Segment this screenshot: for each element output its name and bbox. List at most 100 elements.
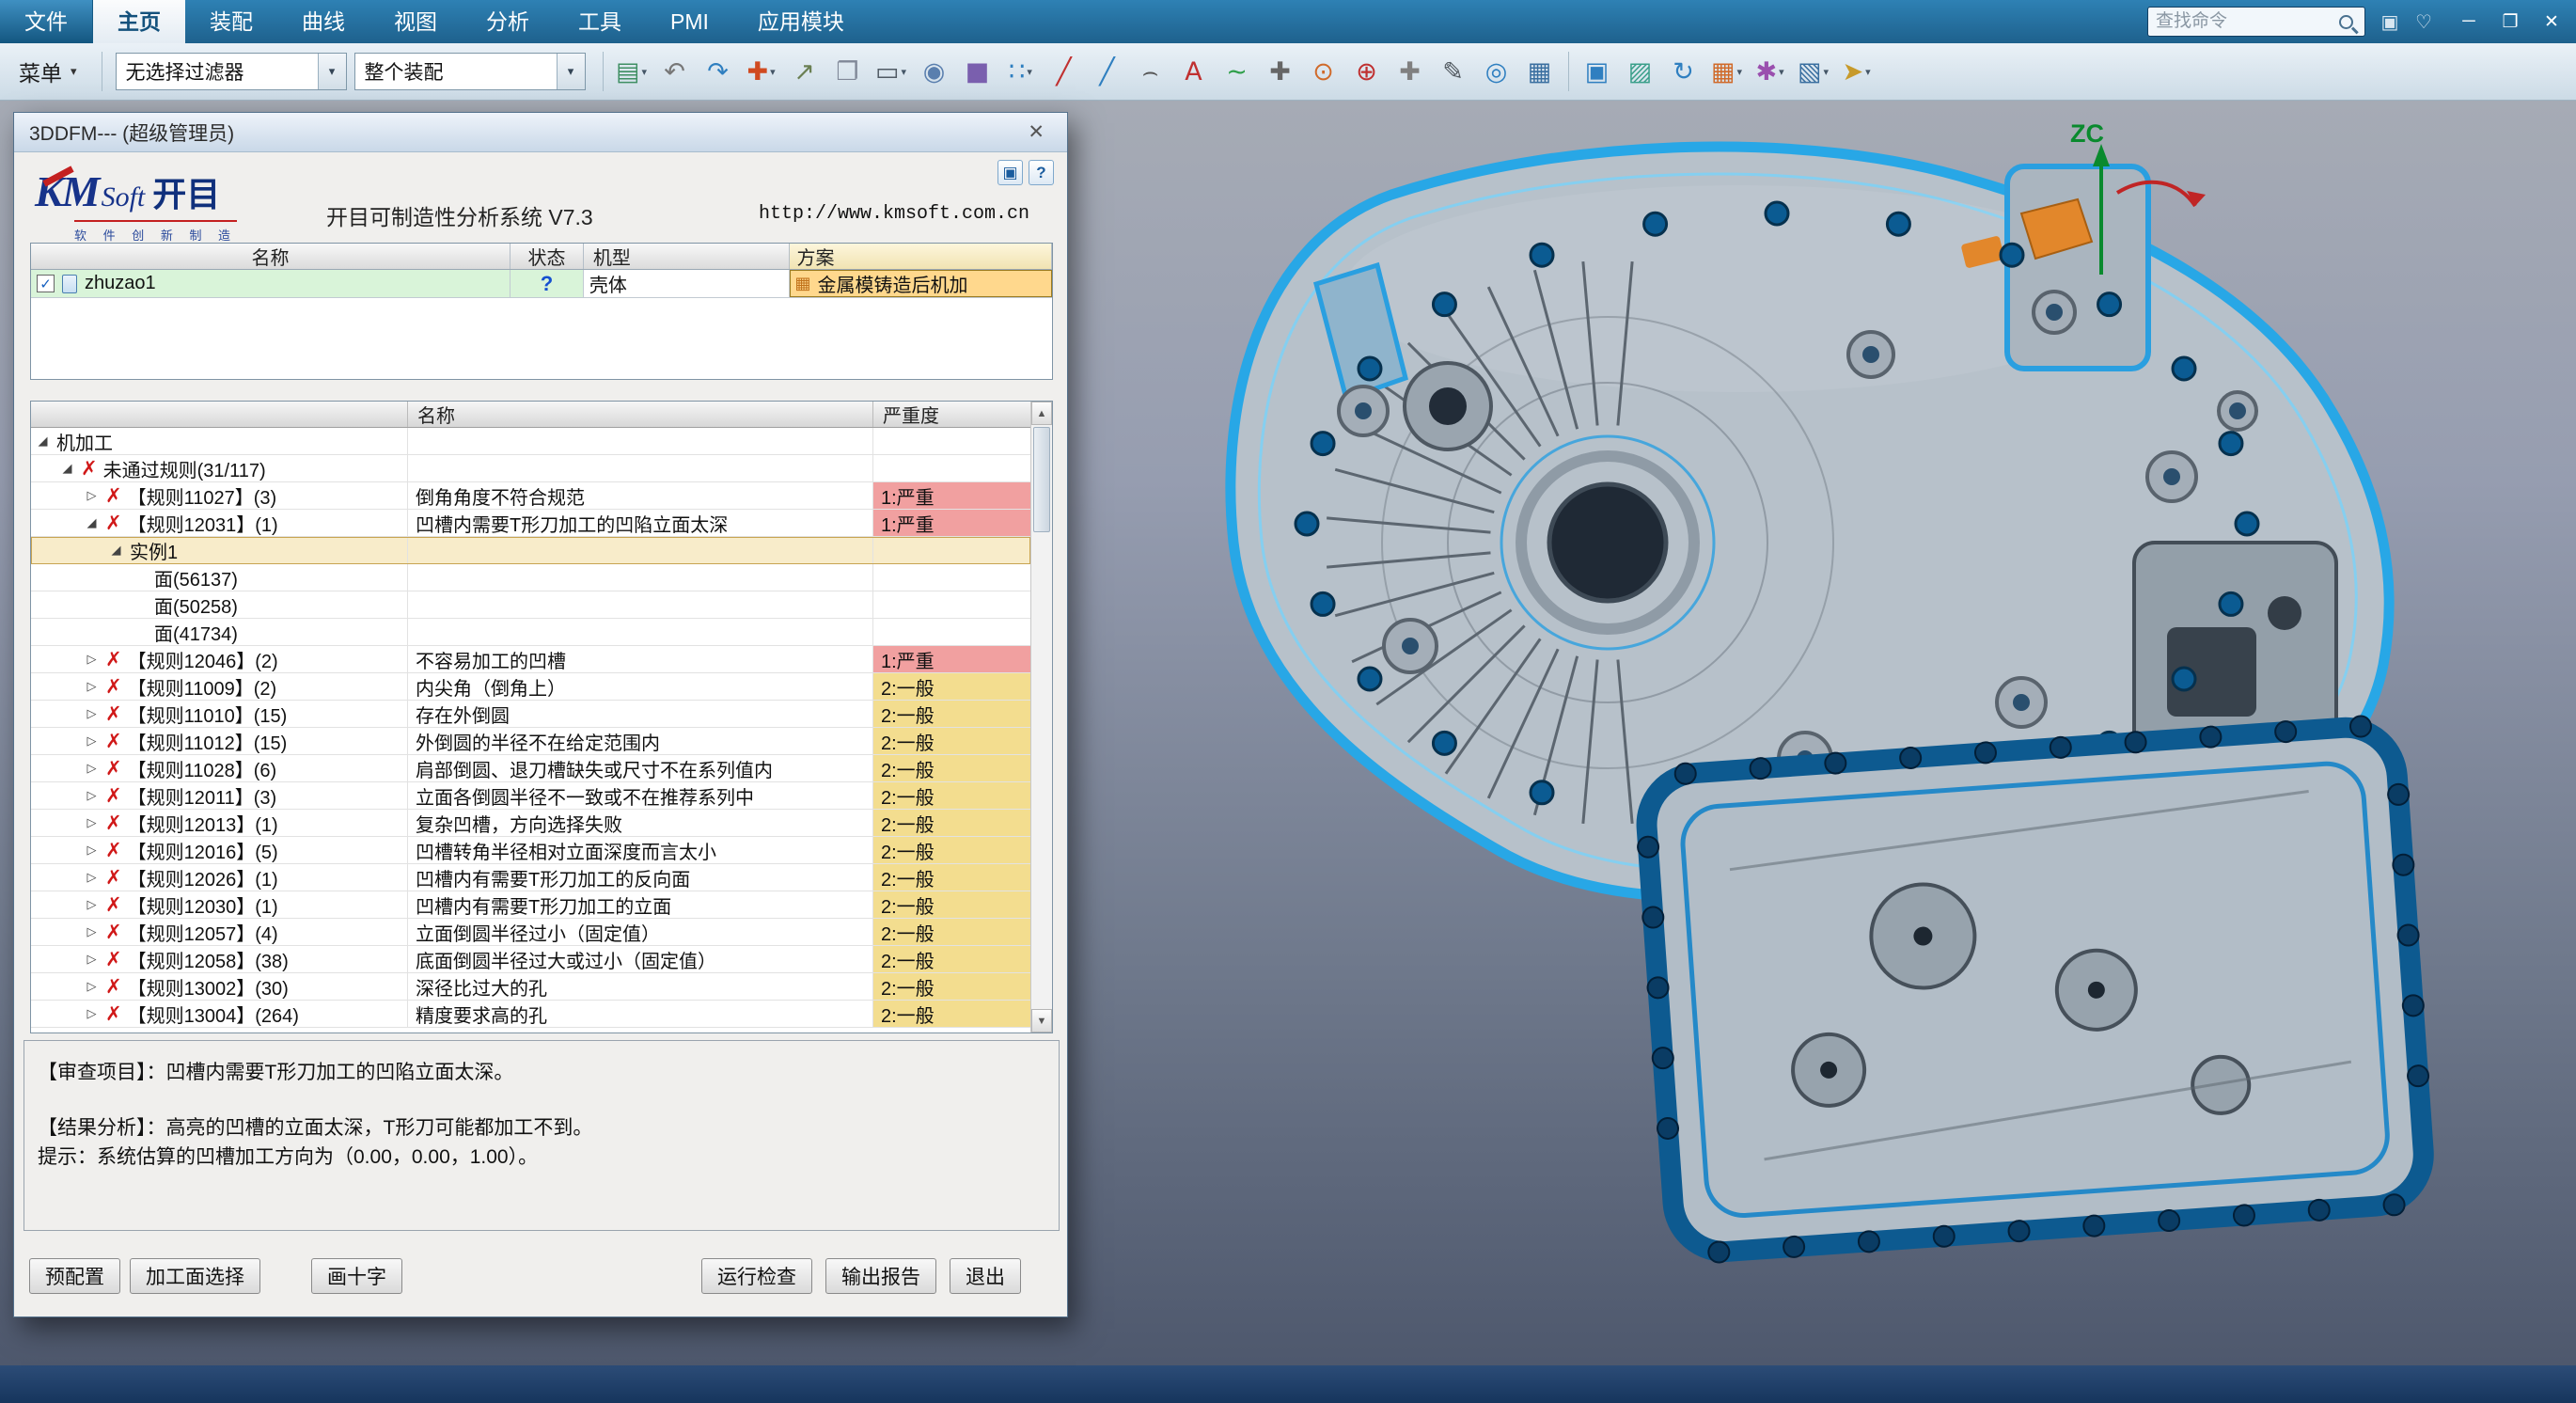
expander-icon[interactable]: ▷	[84, 952, 100, 967]
snapshot-icon[interactable]: ▨	[1620, 50, 1661, 93]
output-report-button[interactable]: 输出报告	[825, 1258, 936, 1294]
tab-曲线[interactable]: 曲线	[277, 0, 369, 43]
expander-icon[interactable]: ▷	[84, 1006, 100, 1021]
tree-row[interactable]: 面(41734)	[31, 619, 1030, 646]
point-set-icon[interactable]: ∷▾	[1000, 50, 1042, 93]
expander-icon[interactable]: ▷	[84, 761, 100, 776]
expander-icon[interactable]: ▷	[84, 897, 100, 912]
tab-文件[interactable]: 文件	[0, 0, 93, 43]
draw-cross-button[interactable]: 画十字	[311, 1258, 402, 1294]
scrollbar-track[interactable]	[1031, 534, 1052, 1009]
expander-icon[interactable]: ▷	[84, 652, 100, 667]
redo-icon[interactable]: ↷	[698, 50, 739, 93]
machining-face-select-button[interactable]: 加工面选择	[130, 1258, 260, 1294]
tree-row[interactable]: ▷✗【规则12011】(3)立面各倒圆半径不一致或不在推荐系列中2:一般	[31, 782, 1030, 810]
tree-row[interactable]: ▷✗【规则11012】(15)外倒圆的半径不在给定范围内2:一般	[31, 728, 1030, 755]
spline-icon[interactable]: ∼	[1217, 50, 1258, 93]
exit-button[interactable]: 退出	[950, 1258, 1021, 1294]
expander-icon[interactable]: ▷	[84, 488, 100, 503]
expander-icon[interactable]: ▷	[84, 733, 100, 749]
tab-分析[interactable]: 分析	[462, 0, 554, 43]
axis-icon[interactable]: ✚	[1260, 50, 1301, 93]
expander-icon[interactable]: ▷	[84, 870, 100, 885]
tab-视图[interactable]: 视图	[369, 0, 462, 43]
col-header-status[interactable]: 状态	[510, 244, 584, 269]
selection-rectangle-icon[interactable]: ▭▾	[871, 50, 912, 93]
undo-icon[interactable]: ↶	[654, 50, 696, 93]
expander-icon[interactable]: ◢	[35, 434, 51, 449]
expander-icon[interactable]: ▷	[84, 815, 100, 830]
tree-row[interactable]: ▷✗【规则11009】(2)内尖角（倒角上）2:一般	[31, 673, 1030, 701]
part-scheme[interactable]: ▦ 金属模铸造后机加	[790, 270, 1052, 297]
col-header-rule-name[interactable]: 名称	[408, 402, 873, 427]
favorites-icon[interactable]: ♡	[2407, 6, 2441, 38]
tree-row[interactable]: ▷✗【规则11027】(3)倒角角度不符合规范1:严重	[31, 482, 1030, 510]
tab-主页[interactable]: 主页	[93, 0, 185, 43]
tab-装配[interactable]: 装配	[185, 0, 277, 43]
chevron-down-icon[interactable]: ▾	[557, 54, 585, 89]
tree-row[interactable]: ▷✗【规则12046】(2)不容易加工的凹槽1:严重	[31, 646, 1030, 673]
chevron-down-icon[interactable]: ▾	[318, 54, 346, 89]
scroll-down-icon[interactable]: ▼	[1031, 1009, 1052, 1033]
window-display-icon[interactable]: ▣	[2373, 6, 2407, 38]
selection-filter-combo[interactable]: 无选择过滤器 ▾	[116, 53, 347, 90]
orbit-icon[interactable]: ↻	[1663, 50, 1704, 93]
expander-icon[interactable]: ▷	[84, 843, 100, 858]
search-icon[interactable]	[2339, 15, 2353, 29]
expander-icon[interactable]: ▷	[84, 979, 100, 994]
point-icon[interactable]: ⊕	[1346, 50, 1388, 93]
tree-row[interactable]: ▷✗【规则13004】(264)精度要求高的孔2:一般	[31, 1001, 1030, 1028]
clipboard-paste-icon[interactable]: ▤▾	[611, 50, 652, 93]
grid-view-icon[interactable]: ▦▾	[1706, 50, 1748, 93]
tree-row[interactable]: ▷✗【规则12057】(4)立面倒圆半径过小（固定值）2:一般	[31, 919, 1030, 946]
expander-icon[interactable]: ▷	[84, 706, 100, 721]
col-header-severity[interactable]: 严重度	[873, 402, 1030, 427]
palette-icon[interactable]: ✱▾	[1750, 50, 1791, 93]
close-icon[interactable]: ✕	[2531, 6, 2572, 38]
tree-row[interactable]: ▷✗【规则12030】(1)凹槽内有需要T形刀加工的立面2:一般	[31, 891, 1030, 919]
tab-工具[interactable]: 工具	[554, 0, 646, 43]
shaded-view-icon[interactable]: ▧▾	[1793, 50, 1834, 93]
plus-icon[interactable]: ✚	[1390, 50, 1431, 93]
tree-scrollbar[interactable]: ▲ ▼	[1030, 402, 1052, 1033]
help-icon[interactable]: ?	[1029, 160, 1054, 185]
tree-row[interactable]: 面(56137)	[31, 564, 1030, 591]
scrollbar-thumb[interactable]	[1033, 427, 1050, 532]
table-icon[interactable]: ▦	[1519, 50, 1561, 93]
snap-point-icon[interactable]: ✚▾	[741, 50, 782, 93]
expander-icon[interactable]: ▷	[84, 679, 100, 694]
move-icon[interactable]: ↗	[784, 50, 825, 93]
sphere-icon[interactable]: ◉	[914, 50, 955, 93]
markup-icon[interactable]: ➤▾	[1836, 50, 1877, 93]
minimize-icon[interactable]: ─	[2448, 6, 2490, 38]
run-check-button[interactable]: 运行检查	[701, 1258, 812, 1294]
measure-icon[interactable]: ◎	[1476, 50, 1517, 93]
expander-icon[interactable]: ◢	[108, 543, 124, 558]
tree-row[interactable]: ▷✗【规则12058】(38)底面倒圆半径过大或过小（固定值）2:一般	[31, 946, 1030, 973]
dock-icon[interactable]: ▣	[997, 160, 1023, 185]
tree-row[interactable]: 面(50258)	[31, 591, 1030, 619]
expander-icon[interactable]: ◢	[59, 461, 75, 476]
window-capture-icon[interactable]: ▣	[1577, 50, 1618, 93]
dialog-titlebar[interactable]: 3DDFM--- (超级管理员) ✕	[14, 113, 1067, 152]
expander-icon[interactable]: ▷	[84, 788, 100, 803]
tab-应用模块[interactable]: 应用模块	[733, 0, 869, 43]
search-input[interactable]	[2148, 11, 2339, 32]
tree-row[interactable]: ▷✗【规则12016】(5)凹槽转角半径相对立面深度而言太小2:一般	[31, 837, 1030, 864]
part-checkbox[interactable]: ✓	[37, 275, 55, 292]
tree-row[interactable]: ▷✗【规则12013】(1)复杂凹槽，方向选择失败2:一般	[31, 810, 1030, 837]
tree-row[interactable]: ◢实例1	[31, 537, 1030, 564]
preset-button[interactable]: 预配置	[29, 1258, 120, 1294]
restore-icon[interactable]: ❐	[2490, 6, 2531, 38]
selection-scope-combo[interactable]: 整个装配 ▾	[354, 53, 586, 90]
close-icon[interactable]: ✕	[1020, 120, 1052, 144]
part-row[interactable]: ✓ zhuzao1 ? 壳体 ▦ 金属模铸造后机加	[31, 270, 1052, 298]
col-header-scheme[interactable]: 方案	[790, 244, 1052, 269]
col-header-name[interactable]: 名称	[31, 244, 510, 269]
scroll-up-icon[interactable]: ▲	[1031, 402, 1052, 425]
pencil-icon[interactable]: ✎	[1433, 50, 1474, 93]
tree-row[interactable]: ◢✗未通过规则(31/117)	[31, 455, 1030, 482]
expander-icon[interactable]: ▷	[84, 924, 100, 939]
cube-icon[interactable]: ■	[957, 50, 998, 93]
sketch-line-icon[interactable]: ╱	[1087, 50, 1128, 93]
